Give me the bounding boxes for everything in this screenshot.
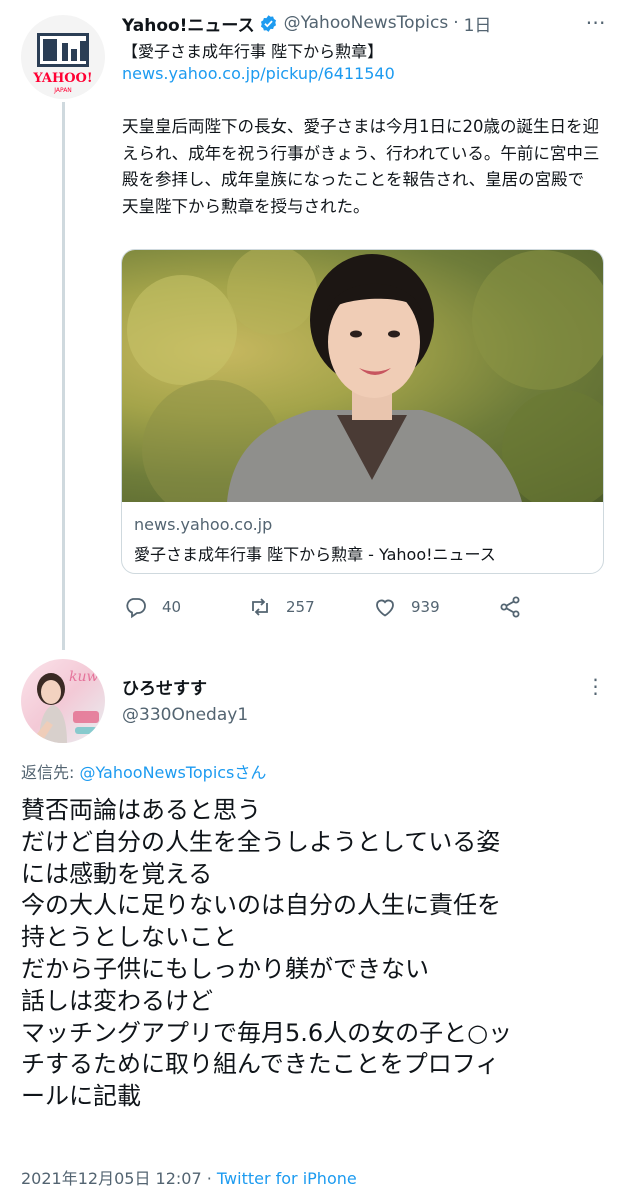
body-line: 持とうとしないこと: [21, 923, 237, 952]
author-handle[interactable]: @YahooNewsTopics: [284, 13, 449, 33]
tweet-time[interactable]: 1日: [464, 11, 492, 36]
reply-count: 40: [162, 598, 182, 616]
tweet-body: 賛否両論はあると思う だけど自分の人生を全うしようとしている姿 には感動を覚える…: [21, 795, 606, 1113]
like-icon: [376, 599, 394, 617]
verified-badge-icon: [260, 14, 276, 32]
replying-prefix: 返信先:: [21, 763, 80, 782]
body-line: には感動を覚える: [21, 859, 213, 888]
link-preview-card[interactable]: news.yahoo.co.jp 愛子さま成年行事 陛下から勲章 - Yahoo…: [121, 249, 604, 574]
body-line: だけど自分の人生を全うしようとしている姿: [21, 827, 501, 856]
avatar-hirosesusu[interactable]: kuw: [21, 659, 105, 743]
thread-connector-line: [62, 102, 65, 650]
tweet-header: Yahoo!ニュース @YahooNewsTopics · 1日: [122, 10, 491, 36]
reply-icon: [126, 598, 146, 619]
body-line: マッチングアプリで毎月5.6人の女の子と○ッ: [21, 1018, 513, 1047]
tweet-headline: 【愛子さま成年行事 陛下から勲章】: [122, 42, 384, 61]
tweet-meta: 2021年12月05日 12:07 · Twitter for iPhone: [21, 1165, 357, 1189]
body-line: チするために取り組んできたことをプロフィ: [21, 1050, 500, 1079]
header-separator: ·: [453, 13, 459, 33]
card-domain: news.yahoo.co.jp: [134, 515, 273, 534]
card-image: [122, 250, 603, 502]
tweet-body: 天皇皇后両陛下の長女、愛子さまは今月1日に20歳の誕生日を迎えられ、成年を祝う行…: [122, 117, 600, 216]
author-name[interactable]: Yahoo!ニュース: [122, 11, 255, 36]
yahoo-logo-sub: JAPAN: [54, 87, 72, 94]
share-icon: [500, 596, 520, 618]
replying-to: 返信先: @YahooNewsTopicsさん: [21, 759, 266, 783]
tweet-timestamp[interactable]: 2021年12月05日 12:07: [21, 1169, 202, 1188]
retweet-count: 257: [286, 598, 315, 616]
article-link[interactable]: news.yahoo.co.jp/pickup/6411540: [122, 64, 395, 83]
like-count: 939: [411, 598, 440, 616]
body-line: 話しは変わるけど: [21, 986, 213, 1015]
svg-text:kuw: kuw: [69, 669, 99, 685]
body-line: だから子供にもしっかり躾ができない: [21, 954, 429, 983]
newspaper-icon: [37, 33, 89, 67]
avatar-yahoo-news[interactable]: YAHOO! JAPAN: [21, 15, 105, 99]
tweet-source[interactable]: Twitter for iPhone: [217, 1169, 357, 1188]
body-line: ールに記載: [21, 1082, 141, 1111]
share-button[interactable]: [498, 594, 522, 620]
more-options-icon[interactable]: ⋯: [585, 10, 606, 34]
reply-button[interactable]: 40: [124, 594, 181, 620]
retweet-icon: [252, 598, 268, 616]
author-handle[interactable]: @330Oneday1: [122, 705, 248, 725]
more-options-icon[interactable]: ⋮: [585, 674, 606, 698]
yahoo-logo: YAHOO!: [33, 71, 93, 86]
replying-to-link[interactable]: @YahooNewsTopicsさん: [79, 763, 266, 782]
body-line: 賛否両論はあると思う: [21, 796, 261, 824]
author-name[interactable]: ひろせすす: [122, 674, 207, 699]
card-title: 愛子さま成年行事 陛下から勲章 - Yahoo!ニュース: [134, 545, 496, 564]
body-line: 今の大人に足りないのは自分の人生に責任を: [21, 891, 501, 920]
meta-separator: ·: [201, 1169, 217, 1188]
like-button[interactable]: 939: [373, 594, 440, 620]
retweet-button[interactable]: 257: [248, 594, 315, 620]
